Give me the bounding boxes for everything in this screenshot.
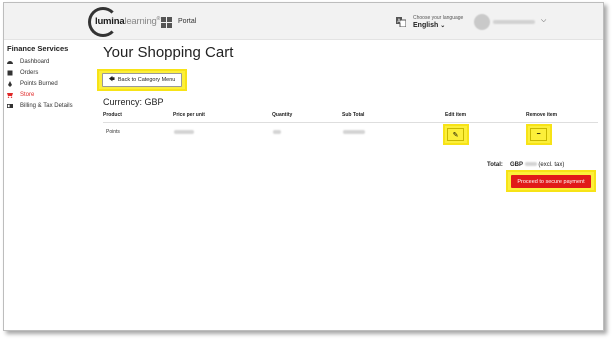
remove-item-button[interactable]: − <box>530 128 547 141</box>
sidebar-item-label: Store <box>20 91 35 98</box>
currency-label: Currency: GBP <box>103 97 164 107</box>
column-header-quantity: Quantity <box>272 112 293 118</box>
sidebar-item-label: Dashboard <box>20 58 50 65</box>
column-header-remove: Remove item <box>526 112 558 118</box>
user-menu-chevron-icon[interactable]: ⌵ <box>541 17 546 25</box>
user-name-blurred[interactable] <box>493 20 535 24</box>
orders-icon <box>7 70 13 75</box>
edit-item-button[interactable]: ✎ <box>447 128 464 141</box>
minus-icon: − <box>536 131 541 138</box>
translate-icon[interactable]: A <box>396 17 406 27</box>
sidebar-item-orders[interactable]: Orders <box>7 67 97 78</box>
sidebar-item-label: Points Burned <box>20 80 58 87</box>
arrow-left-icon: 🡄 <box>108 77 115 83</box>
sidebar-item-billing[interactable]: Billing & Tax Details <box>7 100 97 111</box>
column-header-subtotal: Sub Total <box>342 112 365 118</box>
store-icon <box>7 92 13 98</box>
column-header-edit: Edit item <box>445 112 467 118</box>
sidebar-title: Finance Services <box>7 44 69 53</box>
cell-price-blurred <box>174 130 194 136</box>
sidebar-item-points-burned[interactable]: Points Burned <box>7 78 97 89</box>
page-title: Your Shopping Cart <box>103 44 234 61</box>
sidebar-item-store[interactable]: Store <box>7 89 97 100</box>
flame-icon <box>8 80 12 87</box>
chevron-down-icon: ⌄ <box>440 23 446 29</box>
cell-subtotal-blurred <box>343 130 365 136</box>
cell-quantity-blurred <box>273 130 281 136</box>
dashboard-icon <box>7 60 13 64</box>
proceed-to-payment-button[interactable]: Proceed to secure payment <box>511 175 591 188</box>
portal-link[interactable]: Portal <box>178 18 196 25</box>
language-select[interactable]: English ⌄ <box>413 22 445 29</box>
total-value: GBP (excl. tax) <box>510 162 565 168</box>
sidebar-item-label: Orders <box>20 69 39 76</box>
id-card-icon <box>7 103 13 108</box>
logo-wordmark: luminalearning® <box>95 16 161 28</box>
top-bar: luminalearning® Portal A Choose your lan… <box>4 3 603 40</box>
table-header-divider <box>103 122 598 123</box>
cell-product: Points <box>106 129 120 135</box>
column-header-product: Product <box>103 112 122 118</box>
language-caption: Choose your language <box>413 15 464 21</box>
lumina-logo[interactable]: luminalearning® <box>88 7 160 37</box>
app-window: luminalearning® Portal A Choose your lan… <box>3 2 604 331</box>
column-header-price: Price per unit <box>173 112 205 118</box>
pencil-icon: ✎ <box>452 131 459 139</box>
avatar[interactable] <box>474 14 490 30</box>
total-label: Total: <box>487 162 503 168</box>
back-to-category-button[interactable]: 🡄 Back to Category Menu <box>102 73 182 87</box>
sidebar: Finance Services Dashboard Orders Points… <box>7 44 97 111</box>
grid-icon[interactable] <box>161 17 172 28</box>
sidebar-item-label: Billing & Tax Details <box>20 102 73 109</box>
sidebar-item-dashboard[interactable]: Dashboard <box>7 56 97 67</box>
